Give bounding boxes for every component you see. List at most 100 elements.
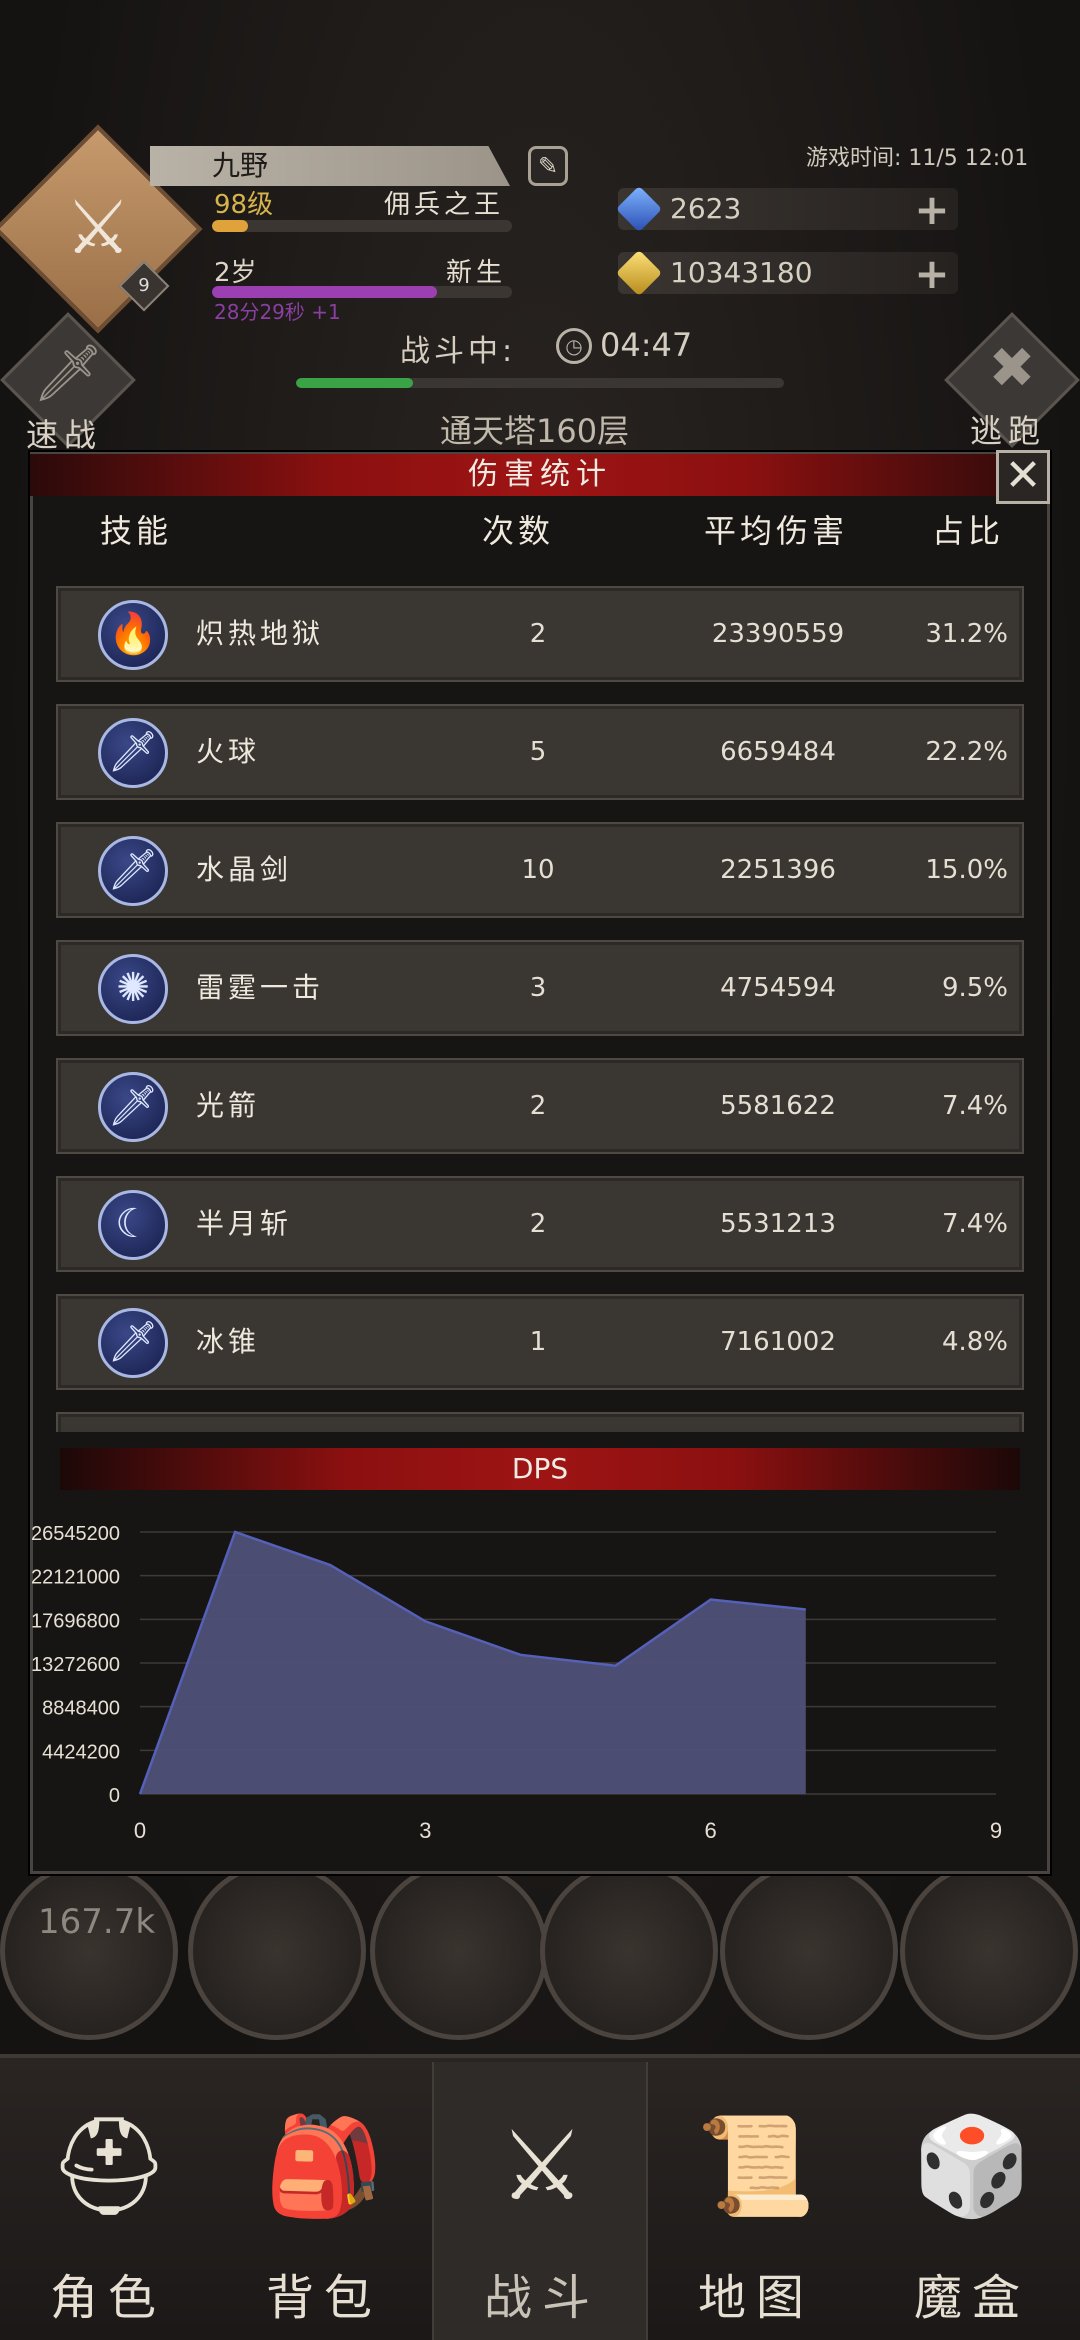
y-tick-label: 4424200: [42, 1741, 120, 1763]
player-age-title: 新生: [446, 258, 507, 288]
nav-item-3[interactable]: 📜 地图: [648, 2062, 864, 2340]
add-gold-button[interactable]: +: [912, 253, 952, 295]
x-tick-label: 6: [705, 1818, 717, 1843]
skill-count: 10: [521, 855, 555, 885]
nav-item-1[interactable]: 🎒 背包: [216, 2062, 432, 2340]
close-button[interactable]: ✕: [996, 450, 1050, 504]
skill-count: 3: [529, 973, 547, 1003]
skill-row[interactable]: [56, 1412, 1024, 1432]
player-age: 2岁: [214, 258, 257, 288]
skill-percentage: 15.0%: [925, 855, 1008, 885]
y-tick-label: 22121000: [31, 1567, 120, 1589]
damage-table[interactable]: 🔥 炽热地狱 2 23390559 31.2% 🗡 火球 5 6659484 22.2% 🗡 水晶剑 1…: [56, 586, 1024, 1432]
game-time: 游戏时间: 11/5 12:01: [806, 146, 1029, 171]
skill-percentage: 31.2%: [925, 619, 1008, 649]
dps-chart-title: DPS: [60, 1448, 1020, 1490]
column-count: 次数: [482, 512, 555, 550]
skill-percentage: 7.4%: [941, 1209, 1008, 1239]
nav-label: 战斗: [483, 2270, 600, 2326]
nav-item-0[interactable]: ⛑ 角色: [0, 2062, 216, 2340]
skill-row[interactable]: 🔥 炽热地狱 2 23390559 31.2%: [56, 586, 1024, 682]
dps-orb: [0, 1862, 178, 2040]
battle-timer: 04:47: [600, 326, 693, 364]
x-tick-label: 0: [134, 1818, 146, 1843]
name-plate: [150, 146, 510, 186]
edit-name-button[interactable]: ✎: [528, 146, 568, 186]
skill-row[interactable]: 🗡 冰锥 1 7161002 4.8%: [56, 1294, 1024, 1390]
skill-name: 雷霆一击: [196, 971, 325, 1004]
skill-avg-damage: 2251396: [720, 855, 836, 885]
nav-label: 魔盒: [913, 2270, 1030, 2326]
sword-icon: 🗡: [98, 1072, 168, 1142]
skill-orb[interactable]: [188, 1862, 366, 2040]
backpack-icon: 🎒: [264, 2110, 384, 2222]
sword-icon: 🗡: [98, 718, 168, 788]
skill-name: 炽热地狱: [196, 617, 325, 650]
skill-row[interactable]: 🗡 火球 5 6659484 22.2%: [56, 704, 1024, 800]
x-tick-label: 9: [990, 1818, 1002, 1843]
battle-status-label: 战斗中:: [400, 334, 517, 369]
player-title: 佣兵之王: [384, 190, 505, 220]
skill-count: 5: [529, 737, 547, 767]
floor-label: 通天塔160层: [440, 412, 630, 450]
sword-icon: 🗡: [98, 1308, 168, 1378]
skill-avg-damage: 6659484: [720, 737, 836, 767]
nav-label: 角色: [49, 2270, 166, 2326]
skill-name: 冰锥: [196, 1325, 261, 1358]
skill-name: 光箭: [196, 1089, 261, 1122]
stopwatch-icon: ◷: [556, 328, 592, 364]
level-progress-bar: [212, 220, 512, 232]
dps-orb-value: 167.7k: [38, 1902, 156, 1942]
scroll-map-icon: 📜: [696, 2110, 816, 2222]
skill-count: 2: [529, 1091, 547, 1121]
nav-label: 地图: [697, 2270, 814, 2326]
battle-progress-bar: [296, 378, 784, 388]
x-tick-label: 3: [419, 1818, 431, 1843]
skill-row[interactable]: ☾ 半月斩 2 5531213 7.4%: [56, 1176, 1024, 1272]
battle-progress-fill: [296, 378, 414, 388]
y-tick-label: 13272600: [31, 1654, 120, 1676]
gem-resource-row: [618, 188, 958, 230]
modal-title: 伤害统计: [30, 454, 1050, 496]
nav-item-2[interactable]: ⚔ 战斗: [432, 2062, 648, 2340]
magic-box-icon: 🎲: [912, 2110, 1032, 2222]
close-icon: ✕: [1004, 450, 1042, 501]
column-skill: 技能: [100, 512, 173, 550]
skill-row[interactable]: ✺ 雷霆一击 3 4754594 9.5%: [56, 940, 1024, 1036]
thunder-orb-icon: ✺: [98, 954, 168, 1024]
y-tick-label: 0: [109, 1785, 120, 1807]
quick-battle-label: 速战: [26, 416, 103, 454]
skill-avg-damage: 7161002: [720, 1327, 836, 1357]
emblem-badge-number: 9: [138, 275, 150, 296]
skill-count: 2: [529, 619, 547, 649]
skill-name: 火球: [196, 735, 261, 768]
skill-row[interactable]: 🗡 水晶剑 10 2251396 15.0%: [56, 822, 1024, 918]
skill-avg-damage: 5581622: [720, 1091, 836, 1121]
skill-orb[interactable]: [370, 1862, 548, 2040]
sword-icon: 🗡: [32, 341, 104, 406]
skill-count: 1: [529, 1327, 547, 1357]
skill-avg-damage: 4754594: [720, 973, 836, 1003]
column-avg-damage: 平均伤害: [704, 512, 849, 550]
skill-percentage: 9.5%: [941, 973, 1008, 1003]
nav-item-4[interactable]: 🎲 魔盒: [864, 2062, 1080, 2340]
skill-percentage: 4.8%: [941, 1327, 1008, 1357]
edit-icon: ✎: [537, 152, 559, 180]
skill-orb[interactable]: [540, 1862, 718, 2040]
skill-orb[interactable]: [720, 1862, 898, 2040]
gem-count: 2623: [670, 192, 742, 225]
add-gems-button[interactable]: +: [912, 189, 952, 231]
y-tick-label: 26545200: [31, 1523, 120, 1545]
skill-avg-damage: 5531213: [720, 1209, 836, 1239]
escape-label: 逃跑: [970, 412, 1047, 450]
winged-sword-icon: ⚔: [64, 185, 132, 271]
dps-area: [140, 1532, 806, 1794]
sword-shield-icon: ⚔: [498, 2110, 586, 2222]
skill-name: 半月斩: [196, 1207, 293, 1240]
skill-percentage: 22.2%: [925, 737, 1008, 767]
skill-row[interactable]: 🗡 光箭 2 5581622 7.4%: [56, 1058, 1024, 1154]
level-progress-fill: [212, 220, 248, 232]
y-tick-label: 8848400: [42, 1698, 120, 1720]
skill-orb[interactable]: [900, 1862, 1078, 2040]
skill-name: 水晶剑: [196, 853, 293, 886]
